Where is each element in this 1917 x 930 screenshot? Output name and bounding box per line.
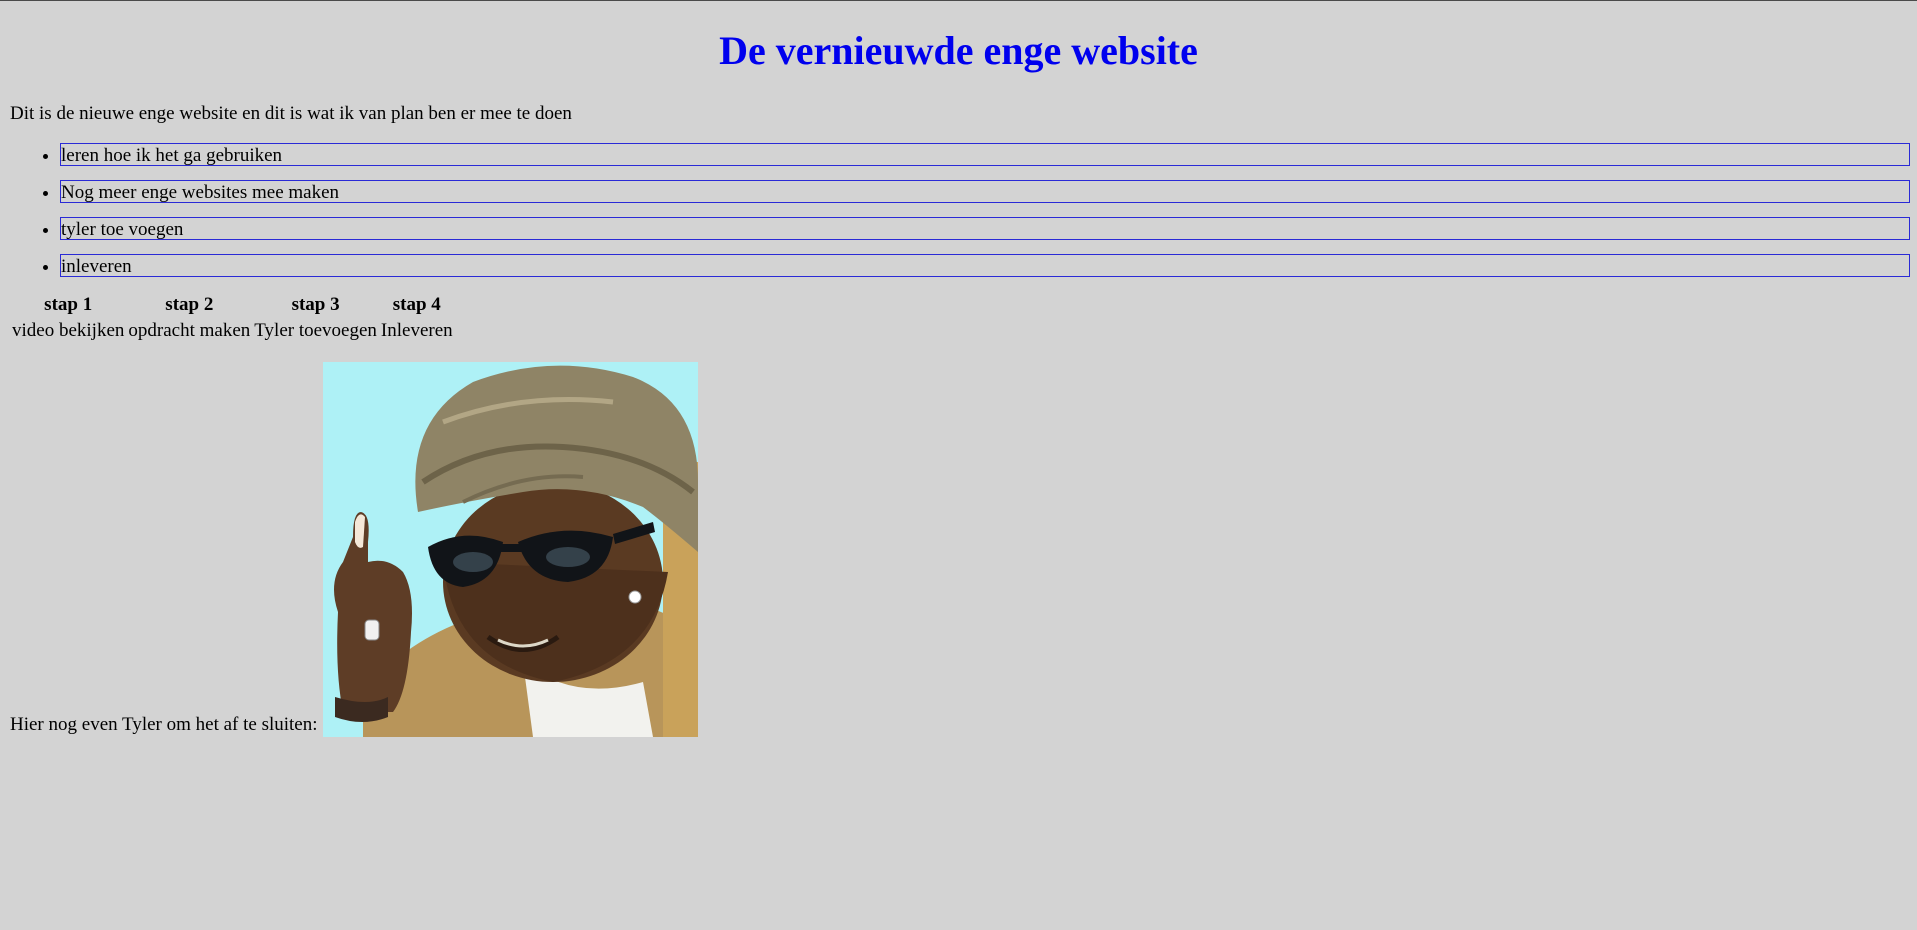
step-header: stap 1 (44, 294, 93, 315)
table-row: video bekijken opdracht maken Tyler toev… (12, 319, 453, 343)
step-cell: video bekijken (12, 320, 125, 341)
closing-section: Hier nog even Tyler om het af te sluiten… (10, 362, 1907, 737)
closing-text: Hier nog even Tyler om het af te sluiten… (10, 714, 318, 735)
page-title: De vernieuwde enge website (719, 28, 1198, 73)
step-cell: Tyler toevoegen (254, 320, 377, 341)
step-header: stap 4 (392, 294, 441, 315)
tyler-photo (322, 362, 698, 737)
list-item: inleveren (60, 254, 1910, 277)
plan-list: leren hoe ik het ga gebruiken Nog meer e… (10, 143, 1910, 277)
table-header-row: stap 1 stap 2 stap 3 stap 4 (12, 293, 453, 317)
step-header: stap 2 (165, 294, 214, 315)
list-item: Nog meer enge websites mee maken (60, 180, 1910, 203)
list-item: leren hoe ik het ga gebruiken (60, 143, 1910, 166)
page-content: De vernieuwde enge website Dit is de nie… (0, 0, 1917, 737)
list-item: tyler toe voegen (60, 217, 1910, 240)
step-cell: opdracht maken (128, 320, 251, 341)
step-cell: Inleveren (380, 320, 453, 341)
window-top-border (0, 0, 1917, 1)
intro-text: Dit is de nieuwe enge website en dit is … (10, 103, 572, 124)
step-header: stap 3 (291, 294, 340, 315)
steps-table: stap 1 stap 2 stap 3 stap 4 video bekijk… (8, 291, 457, 345)
